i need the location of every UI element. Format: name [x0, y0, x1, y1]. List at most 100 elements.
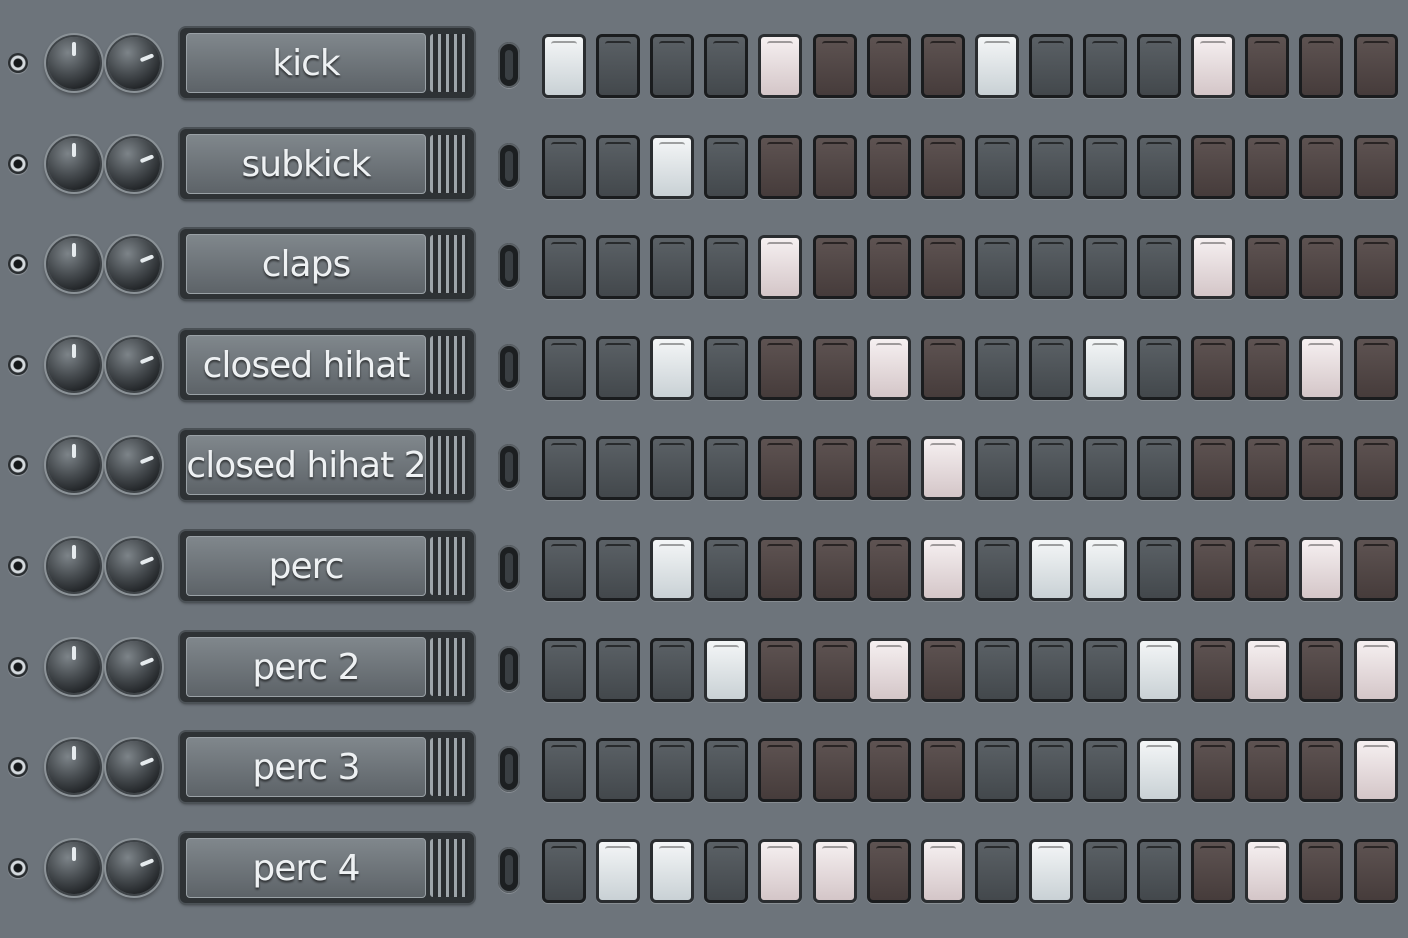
step-button-on[interactable] [1083, 537, 1127, 601]
step-button-off[interactable] [975, 537, 1019, 601]
channel-grip-handle[interactable] [430, 336, 468, 394]
step-button-off[interactable] [813, 436, 857, 500]
step-button-off[interactable] [813, 638, 857, 702]
step-button-off[interactable] [1354, 436, 1398, 500]
step-button-on[interactable] [758, 235, 802, 299]
step-button-off[interactable] [867, 34, 911, 98]
pan-knob[interactable] [108, 238, 160, 290]
step-button-off[interactable] [758, 436, 802, 500]
step-button-off[interactable] [1191, 135, 1235, 199]
step-button-off[interactable] [1191, 537, 1235, 601]
step-button-off[interactable] [867, 436, 911, 500]
step-button-off[interactable] [1137, 135, 1181, 199]
channel-name-button[interactable]: claps [180, 229, 474, 299]
step-button-off[interactable] [1137, 336, 1181, 400]
channel-select-switch[interactable] [498, 143, 520, 189]
pan-knob[interactable] [108, 339, 160, 391]
channel-select-switch[interactable] [498, 545, 520, 591]
step-button-on[interactable] [1083, 336, 1127, 400]
step-button-off[interactable] [1029, 638, 1073, 702]
channel-enable-led[interactable] [8, 657, 28, 677]
channel-grip-handle[interactable] [430, 839, 468, 897]
step-button-off[interactable] [758, 336, 802, 400]
step-button-off[interactable] [1245, 34, 1289, 98]
volume-knob[interactable] [48, 37, 100, 89]
step-button-off[interactable] [1029, 336, 1073, 400]
step-button-on[interactable] [1245, 839, 1289, 903]
step-button-off[interactable] [1299, 34, 1343, 98]
step-button-off[interactable] [921, 235, 965, 299]
step-button-on[interactable] [650, 537, 694, 601]
step-button-off[interactable] [650, 738, 694, 802]
step-button-off[interactable] [1245, 537, 1289, 601]
channel-grip-handle[interactable] [430, 738, 468, 796]
pan-knob[interactable] [108, 842, 160, 894]
step-button-off[interactable] [867, 738, 911, 802]
step-button-off[interactable] [542, 336, 586, 400]
step-button-off[interactable] [975, 235, 1019, 299]
pan-knob[interactable] [108, 138, 160, 190]
volume-knob[interactable] [48, 741, 100, 793]
step-button-off[interactable] [1299, 839, 1343, 903]
channel-enable-led[interactable] [8, 858, 28, 878]
step-button-off[interactable] [1083, 839, 1127, 903]
step-button-off[interactable] [867, 537, 911, 601]
step-button-off[interactable] [1029, 135, 1073, 199]
step-button-on[interactable] [1137, 738, 1181, 802]
step-button-off[interactable] [1083, 135, 1127, 199]
pan-knob[interactable] [108, 641, 160, 693]
channel-enable-led[interactable] [8, 455, 28, 475]
step-button-on[interactable] [1299, 336, 1343, 400]
step-button-off[interactable] [650, 436, 694, 500]
step-button-on[interactable] [921, 839, 965, 903]
step-button-off[interactable] [975, 638, 1019, 702]
volume-knob[interactable] [48, 540, 100, 592]
step-button-off[interactable] [596, 436, 640, 500]
channel-name-button[interactable]: perc 2 [180, 632, 474, 702]
step-button-on[interactable] [758, 839, 802, 903]
step-button-off[interactable] [1354, 135, 1398, 199]
pan-knob[interactable] [108, 540, 160, 592]
step-button-off[interactable] [704, 34, 748, 98]
step-button-off[interactable] [867, 839, 911, 903]
step-button-off[interactable] [1245, 738, 1289, 802]
step-button-off[interactable] [704, 336, 748, 400]
channel-grip-handle[interactable] [430, 135, 468, 193]
step-button-on[interactable] [1029, 839, 1073, 903]
step-button-off[interactable] [704, 135, 748, 199]
step-button-on[interactable] [650, 336, 694, 400]
step-button-off[interactable] [542, 537, 586, 601]
step-button-off[interactable] [596, 235, 640, 299]
step-button-off[interactable] [921, 336, 965, 400]
channel-name-button[interactable]: closed hihat [180, 330, 474, 400]
step-button-off[interactable] [758, 738, 802, 802]
step-button-off[interactable] [975, 135, 1019, 199]
channel-select-switch[interactable] [498, 42, 520, 88]
step-button-on[interactable] [867, 336, 911, 400]
step-button-off[interactable] [1029, 738, 1073, 802]
step-button-off[interactable] [1299, 738, 1343, 802]
step-button-off[interactable] [1354, 336, 1398, 400]
step-button-off[interactable] [1137, 34, 1181, 98]
channel-enable-led[interactable] [8, 154, 28, 174]
step-button-on[interactable] [921, 436, 965, 500]
step-button-off[interactable] [542, 738, 586, 802]
step-button-on[interactable] [921, 537, 965, 601]
step-button-off[interactable] [1245, 235, 1289, 299]
channel-select-switch[interactable] [498, 444, 520, 490]
step-button-on[interactable] [867, 638, 911, 702]
step-button-off[interactable] [867, 235, 911, 299]
step-button-off[interactable] [1029, 235, 1073, 299]
channel-grip-handle[interactable] [430, 537, 468, 595]
step-button-off[interactable] [1191, 738, 1235, 802]
step-button-on[interactable] [1354, 638, 1398, 702]
volume-knob[interactable] [48, 842, 100, 894]
channel-enable-led[interactable] [8, 556, 28, 576]
channel-select-switch[interactable] [498, 847, 520, 893]
step-button-off[interactable] [975, 336, 1019, 400]
step-button-off[interactable] [596, 638, 640, 702]
step-button-off[interactable] [704, 537, 748, 601]
step-button-off[interactable] [921, 638, 965, 702]
step-button-off[interactable] [596, 34, 640, 98]
step-button-off[interactable] [1191, 839, 1235, 903]
